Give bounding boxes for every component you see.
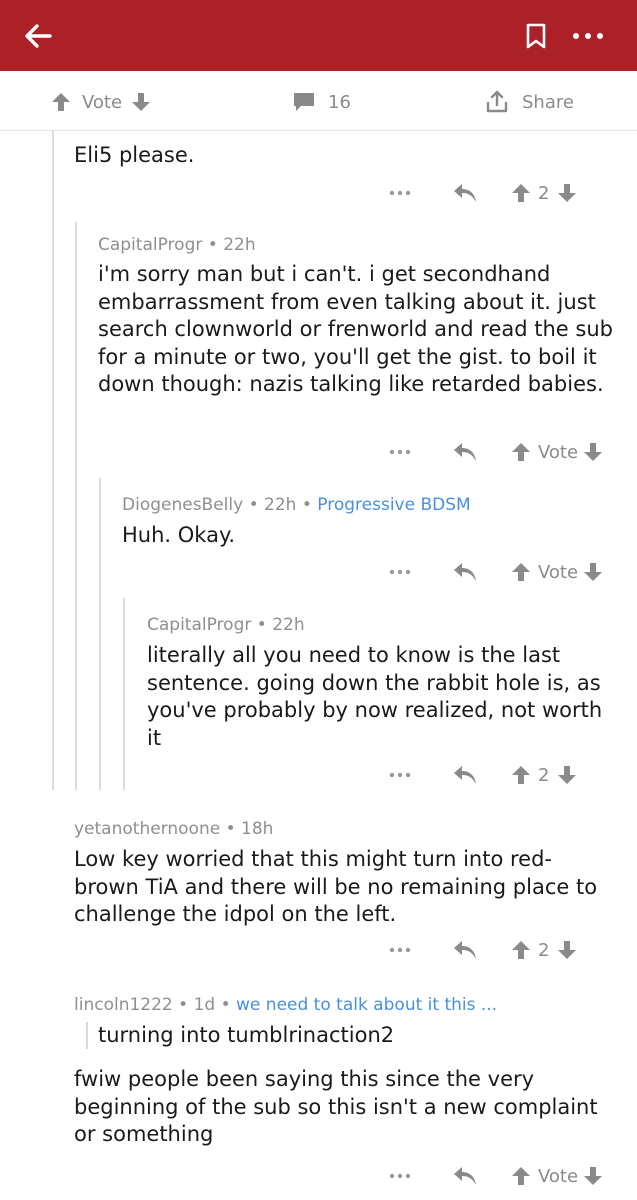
more-dots-icon[interactable] (570, 26, 606, 46)
comment-author[interactable]: yetanothernoone (74, 819, 220, 839)
comment-controls: Vote (388, 557, 604, 587)
comment-meta: CapitalProgr • 22h (98, 234, 618, 256)
more-dots-icon[interactable] (388, 568, 412, 576)
share-button[interactable]: Share (484, 89, 574, 115)
downvote-icon[interactable] (582, 1165, 604, 1187)
comment-meta: lincoln1222 • 1d • we need to talk about… (74, 994, 614, 1016)
upvote-icon[interactable] (50, 91, 72, 113)
meta-separator: • (220, 995, 231, 1015)
comment-score: 2 (538, 182, 550, 204)
top-app-bar (0, 0, 637, 71)
comment-controls: Vote (388, 1161, 604, 1191)
comment-age: 22h (272, 615, 305, 635)
comment-body: Low key worried that this might turn int… (74, 847, 598, 926)
downvote-icon[interactable] (582, 441, 604, 463)
comment-controls: 2 (388, 935, 578, 965)
comment: yetanothernoone • 18h Low key worried th… (74, 818, 614, 929)
thread-line[interactable] (52, 131, 54, 790)
comment: lincoln1222 • 1d • we need to talk about… (74, 994, 614, 1149)
comment-author[interactable]: lincoln1222 (74, 995, 173, 1015)
comment-meta: CapitalProgr • 22h (147, 614, 607, 636)
upvote-icon[interactable] (510, 182, 532, 204)
comment-body: Huh. Okay. (122, 523, 236, 547)
share-label: Share (522, 91, 574, 113)
comment-score: 2 (538, 939, 550, 961)
post-vote-label: Vote (82, 91, 123, 113)
thread-line[interactable] (123, 598, 125, 790)
more-dots-icon[interactable] (388, 448, 412, 456)
comment: CapitalProgr • 22h literally all you nee… (147, 614, 607, 752)
downvote-icon[interactable] (556, 939, 578, 961)
more-dots-icon[interactable] (388, 1172, 412, 1180)
comment-body: Eli5 please. (74, 143, 195, 167)
upvote-icon[interactable] (510, 561, 532, 583)
comment-vote-label: Vote (538, 1165, 579, 1187)
meta-separator: • (301, 495, 312, 515)
comment-score: 2 (538, 764, 550, 786)
comment-age: 22h (264, 495, 297, 515)
upvote-icon[interactable] (510, 764, 532, 786)
downvote-icon[interactable] (582, 561, 604, 583)
comment-meta: DiogenesBelly • 22h • Progressive BDSM (122, 494, 622, 516)
more-dots-icon[interactable] (388, 771, 412, 779)
back-arrow-icon[interactable] (22, 20, 54, 52)
comment-age: 18h (241, 819, 274, 839)
share-icon (486, 90, 508, 113)
meta-separator: • (207, 235, 218, 255)
comment-vote-label: Vote (538, 561, 579, 583)
comment-body: fwiw people been saying this since the v… (74, 1067, 598, 1146)
comment-author[interactable]: CapitalProgr (147, 615, 251, 635)
comment-author[interactable]: DiogenesBelly (122, 495, 243, 515)
downvote-icon[interactable] (130, 91, 152, 113)
reply-icon[interactable] (452, 561, 478, 583)
downvote-icon[interactable] (556, 182, 578, 204)
comment-controls: Vote (388, 437, 604, 467)
comment-body: i'm sorry man but i can't. i get secondh… (98, 262, 613, 396)
comment-age: 1d (193, 995, 216, 1015)
reply-icon[interactable] (452, 1165, 478, 1187)
comment-author[interactable]: CapitalProgr (98, 235, 202, 255)
comment-count: 16 (328, 91, 351, 113)
thread-line[interactable] (75, 222, 77, 790)
comment-vote-label: Vote (538, 441, 579, 463)
more-dots-icon[interactable] (388, 189, 412, 197)
comment: Eli5 please. (74, 142, 614, 170)
post-vote-group: Vote (50, 89, 152, 115)
reply-icon[interactable] (452, 182, 478, 204)
comment-meta: yetanothernoone • 18h (74, 818, 614, 840)
meta-separator: • (256, 615, 267, 635)
upvote-icon[interactable] (510, 939, 532, 961)
meta-separator: • (178, 995, 189, 1015)
upvote-icon[interactable] (510, 1165, 532, 1187)
user-flair: Progressive BDSM (317, 495, 471, 515)
comment-controls: 2 (388, 178, 578, 208)
upvote-icon[interactable] (510, 441, 532, 463)
reply-icon[interactable] (452, 939, 478, 961)
bookmark-icon[interactable] (524, 22, 548, 50)
comment: CapitalProgr • 22h i'm sorry man but i c… (98, 234, 618, 399)
comment-controls: 2 (388, 760, 578, 790)
comment: DiogenesBelly • 22h • Progressive BDSM H… (122, 494, 622, 550)
post-action-bar: Vote 16 Share (0, 71, 637, 131)
meta-separator: • (248, 495, 259, 515)
quoted-text: turning into tumblrinaction2 (86, 1022, 614, 1049)
meta-separator: • (225, 819, 236, 839)
comments-button[interactable]: 16 (292, 89, 351, 115)
user-flair: we need to talk about it this ... (236, 995, 498, 1015)
more-dots-icon[interactable] (388, 946, 412, 954)
thread-line[interactable] (99, 478, 101, 790)
comment-body: literally all you need to know is the la… (147, 643, 603, 750)
comment-age: 22h (223, 235, 256, 255)
comment-bubble-icon (294, 93, 314, 111)
reply-icon[interactable] (452, 441, 478, 463)
reply-icon[interactable] (452, 764, 478, 786)
downvote-icon[interactable] (556, 764, 578, 786)
